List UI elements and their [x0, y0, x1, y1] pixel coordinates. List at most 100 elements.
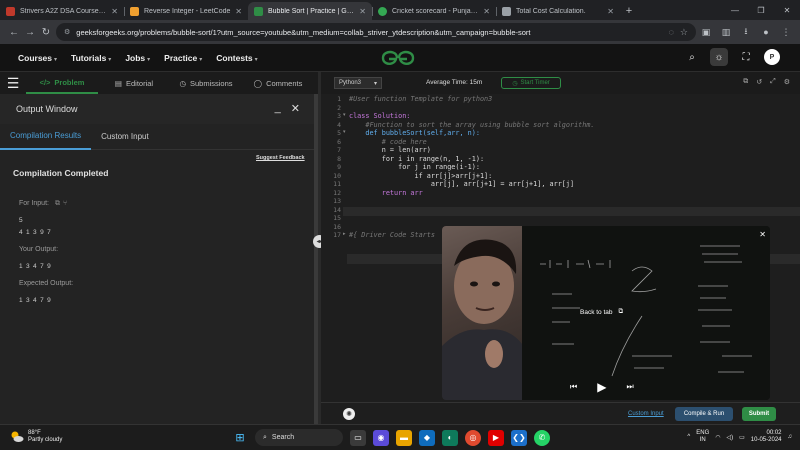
- close-tab-icon[interactable]: ✕: [483, 7, 490, 16]
- notification-icon[interactable]: ⛶: [737, 48, 755, 66]
- minimize-panel-icon[interactable]: _: [275, 102, 281, 115]
- dropbox-icon[interactable]: ◆: [419, 429, 435, 446]
- avatar[interactable]: P: [764, 49, 780, 65]
- wifi-icon[interactable]: ◠: [715, 434, 720, 441]
- minimize-icon[interactable]: —: [722, 0, 748, 20]
- extensions-icon[interactable]: ▣: [698, 24, 714, 40]
- close-pip-icon[interactable]: ✕: [759, 230, 766, 239]
- browser-tab-striver[interactable]: Strivers A2Z DSA Course/Sheet ✕: [0, 2, 124, 20]
- menu-jobs[interactable]: Jobs ▾: [125, 53, 150, 63]
- chevron-up-icon[interactable]: ^: [687, 434, 690, 440]
- fold-icon[interactable]: ▸: [343, 231, 346, 237]
- code-icon: </>: [39, 77, 51, 87]
- compilation-status: Compilation Completed: [13, 168, 109, 178]
- site-info-icon[interactable]: ⚙: [64, 28, 70, 36]
- code-line: class Solution:: [349, 112, 411, 120]
- browser-tab-leetcode[interactable]: Reverse Integer - LeetCode ✕: [124, 2, 248, 20]
- vscode-icon[interactable]: ❮❯: [511, 429, 527, 446]
- hamburger-menu-icon[interactable]: ☰: [0, 75, 26, 92]
- task-view-icon[interactable]: ▭: [350, 429, 366, 446]
- next-track-icon[interactable]: ⏭: [626, 382, 633, 392]
- meet-icon[interactable]: ◉: [373, 429, 389, 446]
- language-select[interactable]: Python3 ▾: [334, 77, 382, 89]
- maximize-icon[interactable]: ❐: [748, 0, 774, 20]
- line-number: 9: [337, 163, 341, 171]
- browser-tab-total-cost[interactable]: Total Cost Calculation. ✕: [496, 2, 620, 20]
- start-timer-button[interactable]: ◷ Start Timer: [501, 77, 561, 89]
- browser-tab-bubble-sort[interactable]: Bubble Sort | Practice | GeeksforGeeks ✕: [248, 2, 372, 20]
- problem-tabs: ☰ </> Problem ▤ Editorial ◷ Submissions ◯ Co…: [0, 72, 318, 94]
- branch-icon[interactable]: ⑂: [63, 200, 67, 207]
- bookmark-star-icon[interactable]: ☆: [680, 27, 688, 38]
- code-line: #User function Template for python3: [349, 95, 493, 103]
- volume-icon[interactable]: ◁): [727, 434, 734, 441]
- line-number: 4: [337, 120, 341, 129]
- reload-icon[interactable]: ↻: [38, 27, 54, 38]
- edge-icon[interactable]: ◐: [442, 429, 458, 446]
- video-pip-window[interactable]: ✕ Back to tab ⧉ ⏮ ▶ ⏭: [442, 226, 770, 400]
- weather-widget[interactable]: 88°F Partly cloudy: [10, 430, 62, 444]
- close-tab-icon[interactable]: ✕: [111, 7, 118, 16]
- menu-kebab-icon[interactable]: ⋮: [778, 24, 794, 40]
- chrome-icon[interactable]: ◎: [465, 429, 481, 446]
- settings-icon[interactable]: ⚙: [784, 78, 790, 86]
- youtube-icon[interactable]: ▶: [488, 429, 504, 446]
- play-icon[interactable]: ▶: [597, 380, 606, 394]
- browser-tab-strip: Strivers A2Z DSA Course/Sheet ✕ Reverse …: [0, 0, 800, 20]
- whatsapp-icon[interactable]: ✆: [534, 429, 550, 446]
- sidepanel-icon[interactable]: ▥: [718, 24, 734, 40]
- custom-input-link[interactable]: Custom Input: [628, 411, 664, 417]
- previous-track-icon[interactable]: ⏮: [570, 382, 577, 392]
- hint-bulb-icon[interactable]: ✺: [343, 408, 355, 420]
- browser-tab-cricket[interactable]: Cricket scorecard - Punjab Kings ✕: [372, 2, 496, 20]
- line-number: 13: [333, 197, 341, 205]
- fold-icon[interactable]: ▾: [343, 112, 346, 118]
- download-icon[interactable]: ⭳: [738, 24, 754, 40]
- back-to-tab-button[interactable]: Back to tab ⧉: [580, 308, 623, 316]
- copy-icon[interactable]: ⧉: [55, 200, 60, 207]
- windows-start-icon[interactable]: ⊞: [232, 430, 248, 446]
- compile-run-button[interactable]: Compile & Run: [675, 407, 733, 421]
- line-number: 12: [333, 188, 341, 197]
- suggest-feedback-link[interactable]: Suggest Feedback: [256, 155, 305, 161]
- search-icon[interactable]: ⌕: [683, 48, 701, 66]
- fold-icon[interactable]: ▾: [343, 129, 346, 135]
- menu-contests[interactable]: Contests ▾: [216, 53, 257, 63]
- close-panel-icon[interactable]: ✕: [291, 102, 300, 115]
- line-number: 16: [333, 222, 341, 231]
- forward-arrow-icon[interactable]: →: [22, 27, 38, 38]
- menu-tutorials[interactable]: Tutorials ▾: [71, 53, 111, 63]
- battery-icon[interactable]: ▭: [739, 434, 745, 441]
- tab-custom-input[interactable]: Custom Input: [91, 124, 159, 150]
- eye-off-icon[interactable]: ◌: [669, 27, 674, 37]
- theme-toggle-icon[interactable]: ☼: [710, 48, 728, 66]
- reset-icon[interactable]: ↺: [756, 78, 762, 86]
- profile-icon[interactable]: ●: [758, 24, 774, 40]
- your-output-value: 1 3 4 7 9: [19, 263, 52, 270]
- notification-bell-icon[interactable]: ♫: [788, 434, 793, 440]
- back-arrow-icon[interactable]: ←: [6, 27, 22, 38]
- tab-editorial[interactable]: ▤ Editorial: [98, 72, 170, 94]
- line-number: 1: [337, 95, 341, 103]
- new-tab-button[interactable]: +: [620, 2, 638, 20]
- close-window-icon[interactable]: ✕: [774, 0, 800, 20]
- url-input[interactable]: ⚙ geeksforgeeks.org/problems/bubble-sort…: [56, 23, 696, 41]
- close-tab-icon[interactable]: ✕: [607, 7, 614, 16]
- language-indicator[interactable]: ENG IN: [696, 430, 709, 444]
- tab-compilation-results[interactable]: Compilation Results: [0, 124, 92, 150]
- submit-button[interactable]: Submit: [742, 407, 776, 421]
- menu-practice[interactable]: Practice ▾: [164, 53, 202, 63]
- tab-submissions[interactable]: ◷ Submissions: [170, 72, 242, 94]
- close-tab-icon[interactable]: ✕: [235, 7, 242, 16]
- fullscreen-icon[interactable]: ⤢: [770, 78, 776, 86]
- taskbar-search-input[interactable]: ⌕ Search: [255, 429, 343, 446]
- gfg-logo-icon[interactable]: [378, 48, 418, 68]
- clock[interactable]: 00:02 10-05-2024: [751, 430, 782, 444]
- close-tab-icon[interactable]: ✕: [359, 7, 366, 16]
- tab-comments[interactable]: ◯ Comments: [242, 72, 314, 94]
- copy-code-icon[interactable]: ⧉: [743, 78, 748, 86]
- expected-output-value: 1 3 4 7 9: [19, 297, 52, 304]
- file-explorer-icon[interactable]: ▬: [396, 429, 412, 446]
- menu-courses[interactable]: Courses ▾: [18, 53, 57, 63]
- tab-problem[interactable]: </> Problem: [26, 72, 98, 94]
